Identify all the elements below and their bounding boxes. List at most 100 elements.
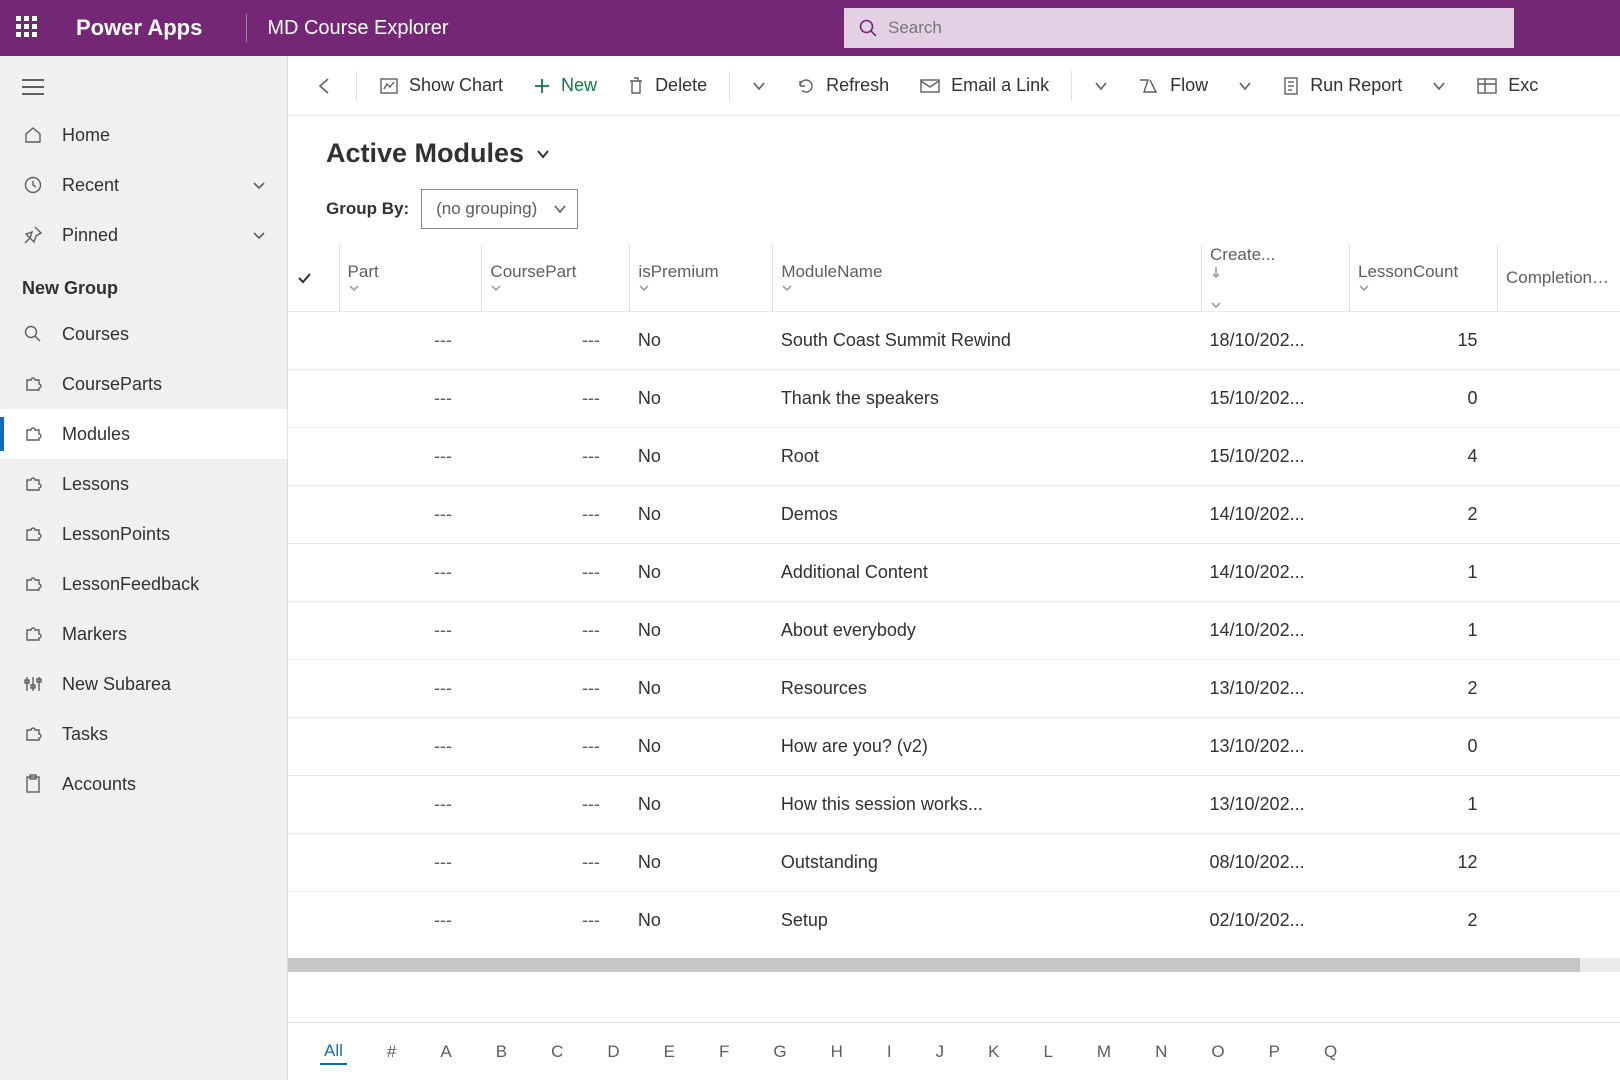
alpha-#[interactable]: # <box>383 1040 400 1064</box>
cell-createdon: 18/10/202... <box>1202 312 1350 370</box>
alpha-k[interactable]: K <box>984 1040 1003 1064</box>
alpha-e[interactable]: E <box>660 1040 679 1064</box>
cell-lessoncount: 2 <box>1350 486 1498 544</box>
email-link-button[interactable]: Email a Link <box>905 64 1063 108</box>
cell-completion <box>1498 312 1620 370</box>
col-completion[interactable]: CompletionPe <box>1498 245 1620 312</box>
sidebar-item-new-subarea[interactable]: New Subarea <box>0 659 287 709</box>
table-row[interactable]: ------NoResources13/10/202...2 <box>288 660 1620 718</box>
alpha-n[interactable]: N <box>1151 1040 1171 1064</box>
cmd-label: Refresh <box>826 75 889 96</box>
nav-label: Recent <box>62 175 119 196</box>
excel-button[interactable]: Exc <box>1462 64 1552 108</box>
table-row[interactable]: ------NoAbout everybody14/10/202...1 <box>288 602 1620 660</box>
alpha-m[interactable]: M <box>1093 1040 1115 1064</box>
alpha-h[interactable]: H <box>827 1040 847 1064</box>
cmd-label: Show Chart <box>409 75 503 96</box>
run-report-chevron[interactable] <box>1418 79 1460 93</box>
sidebar-item-lessons[interactable]: Lessons <box>0 459 287 509</box>
sidebar-item-label: Accounts <box>62 774 136 795</box>
alpha-g[interactable]: G <box>769 1040 790 1064</box>
sidebar-item-label: Markers <box>62 624 127 645</box>
cell-coursepart: --- <box>482 486 630 544</box>
horizontal-scrollbar[interactable] <box>288 958 1620 972</box>
table-row[interactable]: ------NoHow are you? (v2)13/10/202...0 <box>288 718 1620 776</box>
col-part[interactable]: Part <box>339 245 482 312</box>
cell-coursepart: --- <box>482 776 630 834</box>
chevron-down-icon <box>534 145 552 163</box>
cell-modulename: Resources <box>773 660 1202 718</box>
nav-home[interactable]: Home <box>0 110 287 160</box>
table-row[interactable]: ------NoDemos14/10/202...2 <box>288 486 1620 544</box>
cell-part: --- <box>339 660 482 718</box>
flow-chevron[interactable] <box>1224 79 1266 93</box>
alpha-o[interactable]: O <box>1207 1040 1228 1064</box>
sort-desc-icon <box>1210 265 1341 279</box>
cmd-separator <box>729 71 730 101</box>
nav-recent[interactable]: Recent <box>0 160 287 210</box>
chevron-down-icon <box>251 177 267 193</box>
flow-button[interactable]: Flow <box>1124 64 1222 108</box>
sidebar-item-lessonpoints[interactable]: LessonPoints <box>0 509 287 559</box>
cell-createdon: 08/10/202... <box>1202 834 1350 892</box>
sidebar-item-lessonfeedback[interactable]: LessonFeedback <box>0 559 287 609</box>
report-icon <box>1282 76 1300 96</box>
alpha-q[interactable]: Q <box>1320 1040 1341 1064</box>
sidebar-item-courses[interactable]: Courses <box>0 309 287 359</box>
new-button[interactable]: New <box>519 64 611 108</box>
cell-part: --- <box>339 718 482 776</box>
table-row[interactable]: ------NoRoot15/10/202...4 <box>288 428 1620 486</box>
sidebar-item-tasks[interactable]: Tasks <box>0 709 287 759</box>
search-icon <box>858 18 878 38</box>
global-search[interactable] <box>844 8 1514 48</box>
cell-coursepart: --- <box>482 312 630 370</box>
col-modulename[interactable]: ModuleName <box>773 245 1202 312</box>
hamburger-button[interactable] <box>0 64 287 110</box>
col-coursepart[interactable]: CoursePart <box>482 245 630 312</box>
table-row[interactable]: ------NoSetup02/10/202...2 <box>288 892 1620 950</box>
cell-part: --- <box>339 370 482 428</box>
view-title-selector[interactable]: Active Modules <box>326 138 552 169</box>
alpha-c[interactable]: C <box>547 1040 567 1064</box>
alpha-p[interactable]: P <box>1265 1040 1284 1064</box>
nav-pinned[interactable]: Pinned <box>0 210 287 260</box>
show-chart-button[interactable]: Show Chart <box>365 64 517 108</box>
waffle-icon[interactable] <box>16 16 40 40</box>
sidebar-item-courseparts[interactable]: CourseParts <box>0 359 287 409</box>
table-row[interactable]: ------NoOutstanding08/10/202...12 <box>288 834 1620 892</box>
col-ispremium[interactable]: isPremium <box>630 245 773 312</box>
sidebar-item-modules[interactable]: Modules <box>0 409 287 459</box>
cell-createdon: 13/10/202... <box>1202 660 1350 718</box>
email-split-chevron[interactable] <box>1080 79 1122 93</box>
cell-ispremium: No <box>630 486 773 544</box>
alpha-j[interactable]: J <box>932 1040 949 1064</box>
alpha-f[interactable]: F <box>715 1040 733 1064</box>
col-lessoncount[interactable]: LessonCount <box>1350 245 1498 312</box>
sidebar-item-label: Tasks <box>62 724 108 745</box>
group-by-select[interactable]: (no grouping) <box>421 189 578 229</box>
table-row[interactable]: ------NoAdditional Content14/10/202...1 <box>288 544 1620 602</box>
table-row[interactable]: ------NoThank the speakers15/10/202...0 <box>288 370 1620 428</box>
sidebar-item-accounts[interactable]: Accounts <box>0 759 287 809</box>
alpha-all[interactable]: All <box>320 1039 347 1065</box>
alpha-i[interactable]: I <box>883 1040 896 1064</box>
sidebar-item-markers[interactable]: Markers <box>0 609 287 659</box>
col-createdon[interactable]: Create... <box>1202 245 1350 312</box>
view-header: Active Modules <box>288 116 1620 175</box>
cell-modulename: How this session works... <box>773 776 1202 834</box>
delete-split-chevron[interactable] <box>738 79 780 93</box>
run-report-button[interactable]: Run Report <box>1268 64 1416 108</box>
search-input[interactable] <box>844 8 1514 48</box>
alpha-d[interactable]: D <box>603 1040 623 1064</box>
back-button[interactable] <box>302 64 348 108</box>
delete-button[interactable]: Delete <box>613 64 721 108</box>
cell-completion <box>1498 718 1620 776</box>
table-row[interactable]: ------NoHow this session works...13/10/2… <box>288 776 1620 834</box>
refresh-button[interactable]: Refresh <box>782 64 903 108</box>
col-select[interactable] <box>288 245 339 312</box>
cell-lessoncount: 15 <box>1350 312 1498 370</box>
alpha-a[interactable]: A <box>436 1040 455 1064</box>
alpha-b[interactable]: B <box>492 1040 511 1064</box>
table-row[interactable]: ------NoSouth Coast Summit Rewind18/10/2… <box>288 312 1620 370</box>
alpha-l[interactable]: L <box>1039 1040 1056 1064</box>
